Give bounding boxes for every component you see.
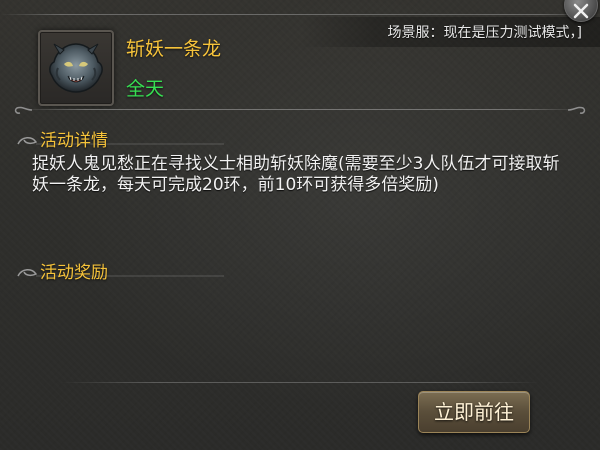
bottom-divider <box>60 382 540 383</box>
rewards-heading: 活动奖励 <box>40 263 108 283</box>
go-now-button[interactable]: 立即前往 <box>418 391 530 433</box>
divider-right-ornament-icon <box>567 106 586 114</box>
dragon-head-icon <box>49 43 103 93</box>
activity-title: 斩妖一条龙 <box>126 38 222 60</box>
system-message: 场景服：现在是压力测试模式，] <box>387 25 582 41</box>
close-icon <box>573 3 589 19</box>
activity-description: 捉妖人鬼见愁正在寻找义士相助斩妖除魔(需要至少3人队伍才可接取斩妖一条龙，每天可… <box>32 154 560 195</box>
header-divider <box>14 103 586 117</box>
activity-icon-frame <box>38 30 114 106</box>
activity-time: 全天 <box>126 78 165 100</box>
activity-detail-panel: 场景服：现在是压力测试模式，] 斩妖一条龙 全天 活动详情 捉妖人鬼见愁正在寻找… <box>0 0 600 450</box>
top-frame-line <box>0 14 600 15</box>
details-heading: 活动详情 <box>40 131 108 151</box>
divider-left-ornament-icon <box>14 106 33 114</box>
